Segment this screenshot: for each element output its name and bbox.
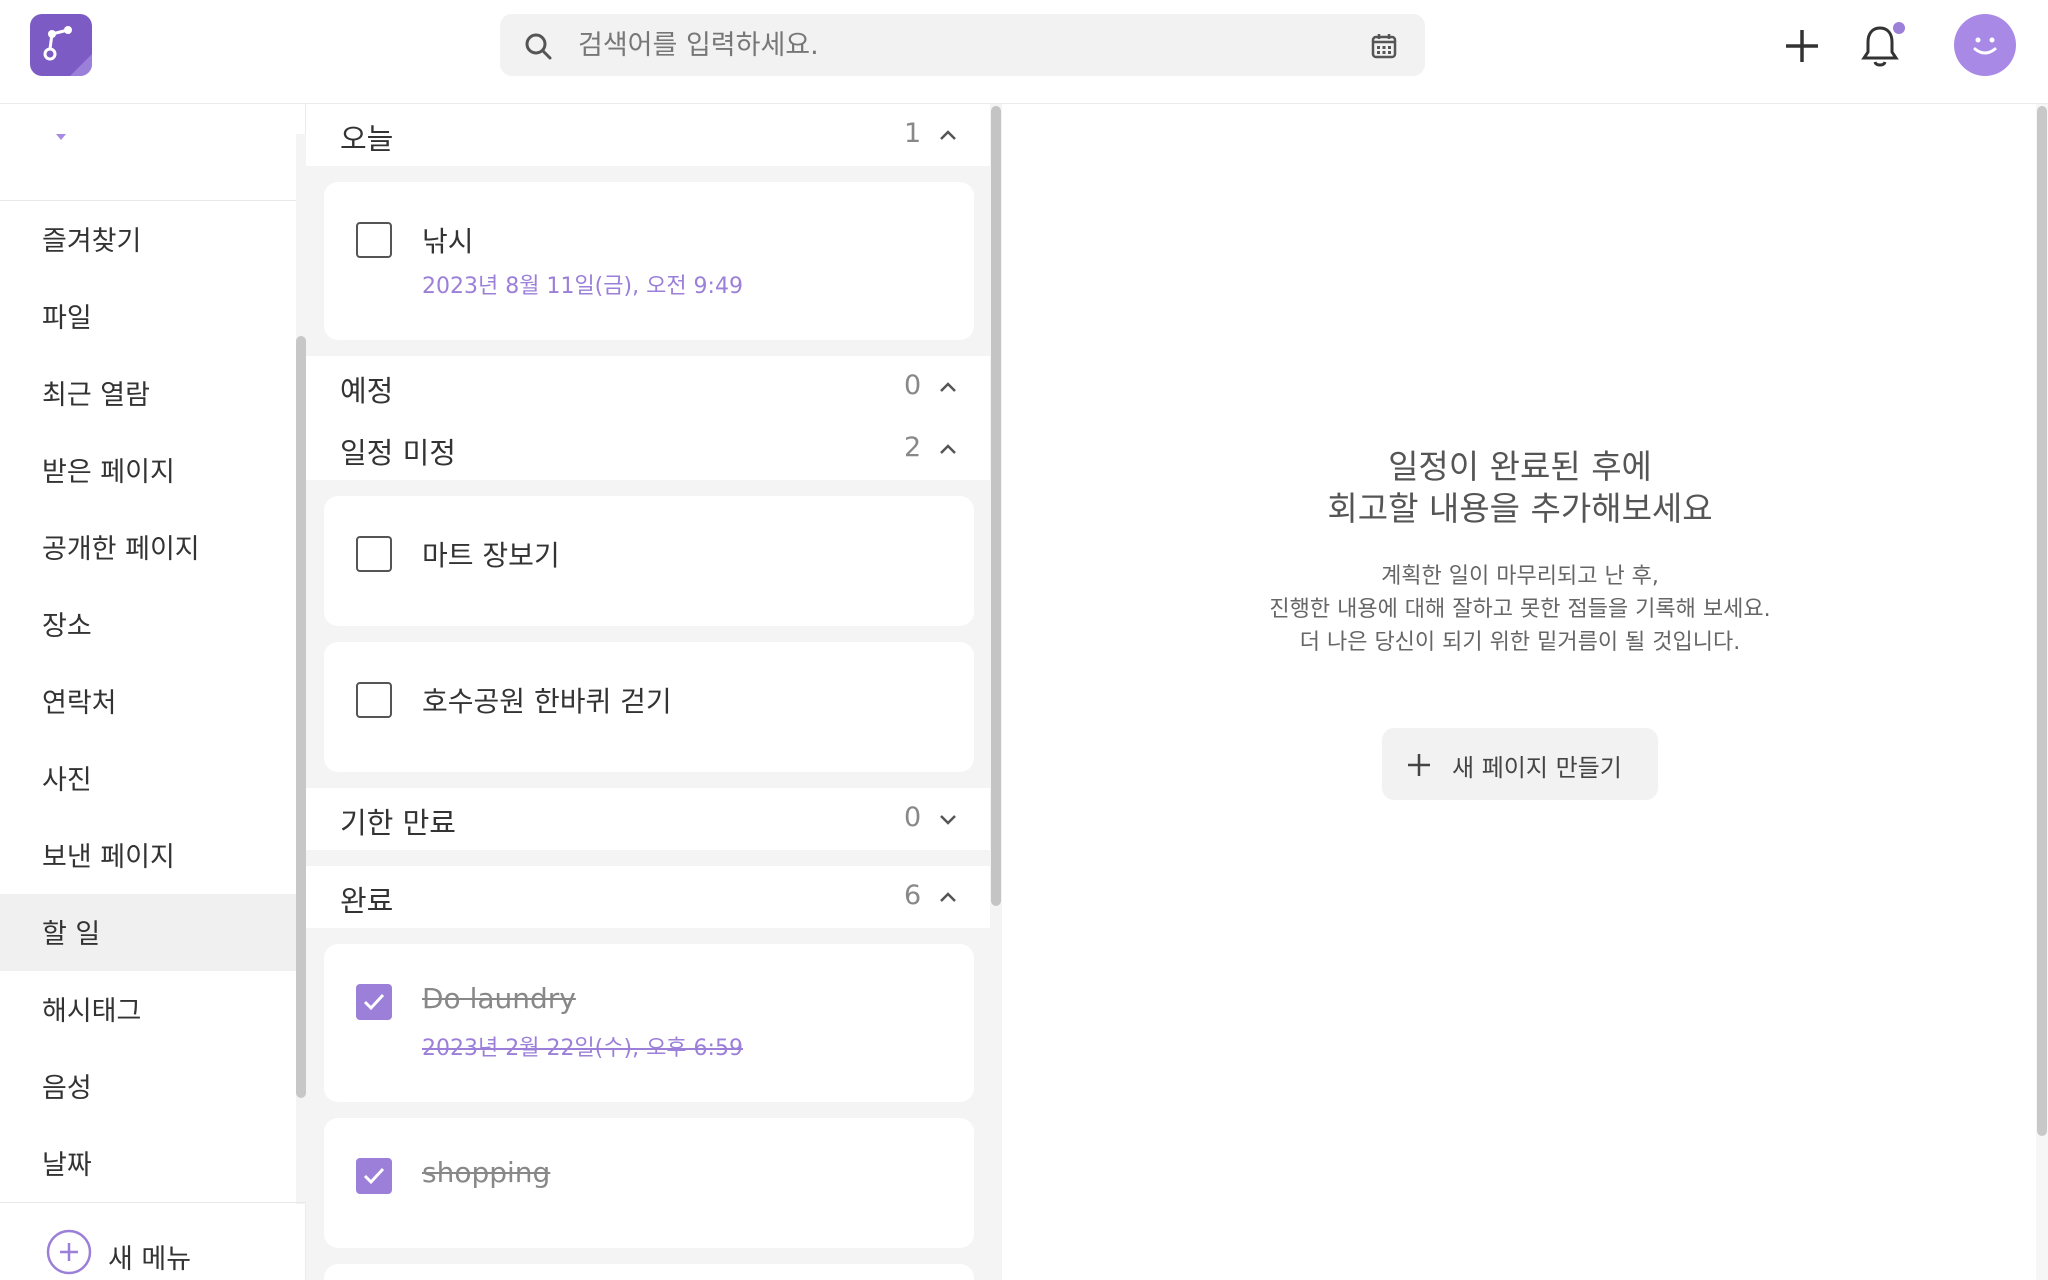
sidebar-item-hashtags[interactable]: 해시태그 (0, 971, 296, 1048)
section-count: 6 (904, 880, 922, 911)
sidebar-item-recent[interactable]: 최근 열람 (0, 355, 296, 432)
task-list-panel: 오늘 1 낚시 2023년 8월 11일(금), 오전 9:49 예정 0 일정… (306, 104, 992, 1280)
task-title: 낚시 (422, 225, 474, 258)
sidebar-item-label: 장소 (42, 611, 92, 642)
sidebar-item-sent-pages[interactable]: 보낸 페이지 (0, 817, 296, 894)
section-title: 완료 (340, 884, 394, 918)
chevron-up-icon[interactable] (938, 890, 958, 904)
section-title: 기한 만료 (340, 806, 456, 840)
sidebar-item-label: 할 일 (42, 919, 101, 950)
chevron-up-icon[interactable] (938, 442, 958, 456)
calendar-icon[interactable] (1368, 30, 1400, 62)
section-title: 예정 (340, 374, 394, 408)
check-icon (363, 993, 385, 1011)
plus-icon (1408, 754, 1430, 776)
search-input[interactable] (578, 24, 1338, 66)
notification-badge (1893, 22, 1905, 34)
sidebar-item-places[interactable]: 장소 (0, 586, 296, 663)
sidebar-item-contacts[interactable]: 연락처 (0, 663, 296, 740)
sidebar-item-label: 파일 (42, 303, 92, 334)
section-header-unscheduled[interactable]: 일정 미정 2 (306, 418, 992, 480)
task-card[interactable]: 낚시 2023년 8월 11일(금), 오전 9:49 (324, 182, 974, 340)
task-card[interactable] (324, 1264, 974, 1280)
empty-state-description: 계획한 일이 마무리되고 난 후, 진행한 내용에 대해 잘하고 못한 점들을 … (1002, 560, 2038, 659)
plus-circle-icon (46, 1229, 92, 1275)
sidebar-item-label: 최근 열람 (42, 380, 150, 411)
search-icon (525, 33, 552, 60)
new-menu-label: 새 메뉴 (108, 1244, 192, 1275)
new-page-button[interactable]: 새 페이지 만들기 (1382, 728, 1658, 800)
task-card[interactable]: Do laundry 2023년 2월 22일(수), 오후 6:59 (324, 944, 974, 1102)
check-icon (363, 1167, 385, 1185)
smiley-avatar-icon (1973, 37, 1997, 55)
task-title: 호수공원 한바퀴 걷기 (422, 685, 672, 718)
user-avatar[interactable] (1954, 14, 2016, 76)
section-title: 일정 미정 (340, 436, 456, 470)
section-header-completed[interactable]: 완료 6 (306, 866, 992, 928)
description-line: 계획한 일이 마무리되고 난 후, (1381, 564, 1659, 589)
task-title: shopping (422, 1156, 551, 1189)
new-page-label: 새 페이지 만들기 (1452, 754, 1622, 782)
sidebar-scrollbar-thumb[interactable] (296, 336, 306, 1098)
search-bar[interactable] (500, 14, 1425, 76)
app-window: 즐겨찾기 파일 최근 열람 받은 페이지 공개한 페이지 장소 연락처 사진 보… (0, 0, 2048, 1280)
section-count: 2 (904, 432, 922, 463)
task-card[interactable]: 마트 장보기 (324, 496, 974, 626)
sidebar-item-favorites[interactable]: 즐겨찾기 (0, 201, 296, 278)
section-header-upcoming[interactable]: 예정 0 (306, 356, 992, 418)
task-checkbox-checked[interactable] (356, 1158, 392, 1194)
sidebar-item-label: 받은 페이지 (42, 457, 175, 488)
empty-state-heading: 일정이 완료된 후에 회고할 내용을 추가해보세요 (1002, 446, 2038, 530)
section-header-overdue[interactable]: 기한 만료 0 (306, 788, 992, 850)
chevron-up-icon[interactable] (938, 380, 958, 394)
task-checkbox[interactable] (356, 536, 392, 572)
chevron-down-icon[interactable] (938, 812, 958, 826)
top-header (0, 0, 2048, 104)
sidebar-item-label: 해시태그 (42, 996, 142, 1027)
sidebar-item-label: 연락처 (42, 688, 117, 719)
sidebar-item-label: 음성 (42, 1073, 92, 1104)
task-checkbox[interactable] (356, 682, 392, 718)
sidebar-item-voice[interactable]: 음성 (0, 1048, 296, 1125)
sidebar: 즐겨찾기 파일 최근 열람 받은 페이지 공개한 페이지 장소 연락처 사진 보… (0, 104, 306, 1280)
section-count: 0 (904, 802, 922, 833)
new-menu-button[interactable]: 새 메뉴 (0, 1202, 306, 1280)
add-button[interactable] (1774, 18, 1830, 74)
sidebar-item-label: 날짜 (42, 1150, 92, 1181)
caret-down-icon[interactable] (50, 130, 72, 144)
task-date: 2023년 8월 11일(금), 오전 9:49 (422, 274, 743, 299)
task-card[interactable]: shopping (324, 1118, 974, 1248)
bell-icon[interactable] (1852, 18, 1908, 74)
sidebar-item-label: 즐겨찾기 (42, 226, 142, 257)
task-date: 2023년 2월 22일(수), 오후 6:59 (422, 1036, 743, 1061)
task-checkbox[interactable] (356, 222, 392, 258)
task-list-scrollbar-thumb[interactable] (991, 106, 1001, 906)
task-title: Do laundry (422, 982, 576, 1015)
section-header-today[interactable]: 오늘 1 (306, 104, 992, 166)
detail-scrollbar-thumb[interactable] (2037, 106, 2047, 1136)
sidebar-item-public-pages[interactable]: 공개한 페이지 (0, 509, 296, 586)
app-logo-icon[interactable] (30, 14, 92, 76)
sidebar-item-todo[interactable]: 할 일 (0, 894, 296, 971)
sidebar-item-label: 보낸 페이지 (42, 842, 175, 873)
sidebar-item-dates[interactable]: 날짜 (0, 1125, 296, 1202)
chevron-up-icon[interactable] (938, 128, 958, 142)
sidebar-item-label: 공개한 페이지 (42, 534, 200, 565)
section-count: 1 (904, 118, 922, 149)
sidebar-item-files[interactable]: 파일 (0, 278, 296, 355)
heading-line: 일정이 완료된 후에 (1388, 447, 1652, 486)
section-title: 오늘 (340, 122, 394, 156)
task-title: 마트 장보기 (422, 539, 560, 572)
description-line: 더 나은 당신이 되기 위한 밑거름이 될 것입니다. (1299, 630, 1741, 655)
sidebar-item-photos[interactable]: 사진 (0, 740, 296, 817)
task-checkbox-checked[interactable] (356, 984, 392, 1020)
description-line: 진행한 내용에 대해 잘하고 못한 점들을 기록해 보세요. (1269, 597, 1771, 622)
task-card[interactable]: 호수공원 한바퀴 걷기 (324, 642, 974, 772)
sidebar-item-label: 사진 (42, 765, 92, 796)
sidebar-item-received-pages[interactable]: 받은 페이지 (0, 432, 296, 509)
heading-line: 회고할 내용을 추가해보세요 (1327, 489, 1713, 528)
detail-panel: 일정이 완료된 후에 회고할 내용을 추가해보세요 계획한 일이 마무리되고 난… (1002, 104, 2048, 1280)
section-count: 0 (904, 370, 922, 401)
